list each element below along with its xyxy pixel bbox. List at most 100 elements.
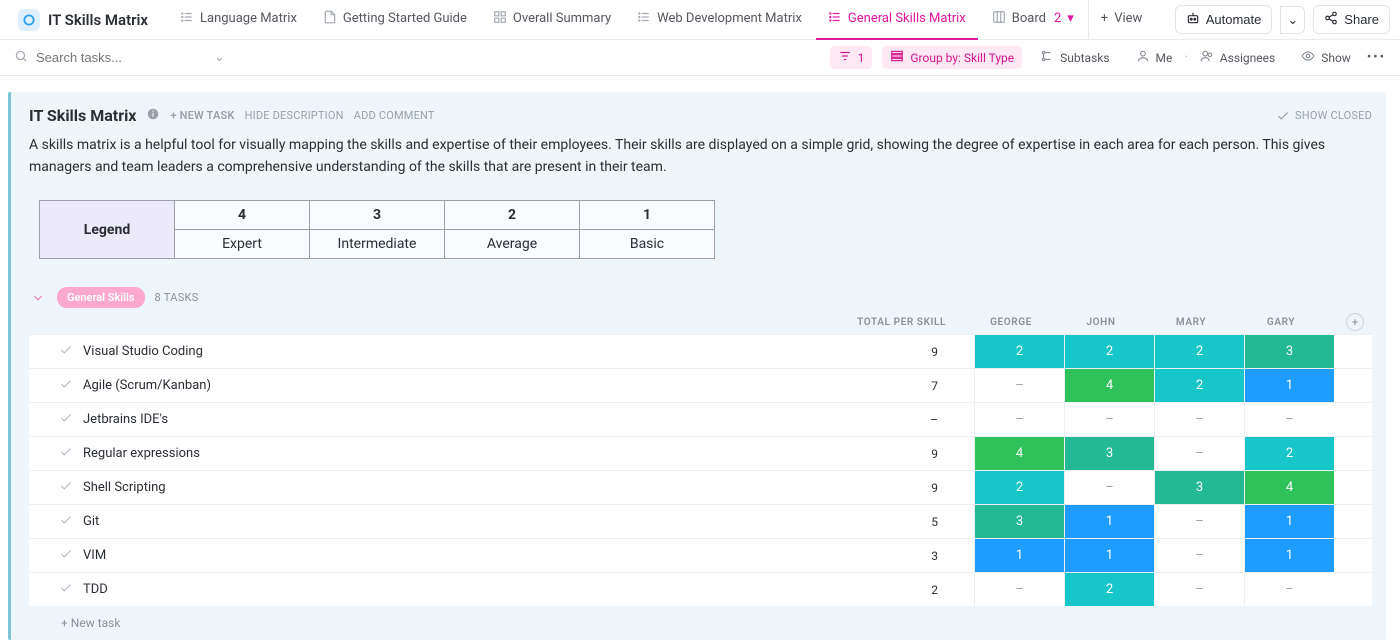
show-closed-button[interactable]: SHOW CLOSED: [1276, 109, 1372, 123]
score-cell[interactable]: 2: [974, 335, 1064, 368]
total-cell[interactable]: 5: [834, 505, 974, 538]
more-menu[interactable]: •••: [1367, 50, 1386, 65]
task-name[interactable]: TDD: [29, 573, 834, 606]
col-person[interactable]: JOHN: [1056, 317, 1146, 328]
total-cell[interactable]: –: [834, 403, 974, 436]
task-name[interactable]: Visual Studio Coding: [29, 335, 834, 368]
tab-board[interactable]: Board 2 ▾: [980, 0, 1086, 40]
col-person[interactable]: MARY: [1146, 317, 1236, 328]
score-cell[interactable]: 4: [974, 437, 1064, 470]
task-name[interactable]: Agile (Scrum/Kanban): [29, 369, 834, 402]
board-icon: [992, 10, 1006, 28]
task-name[interactable]: Regular expressions: [29, 437, 834, 470]
tab-label: Web Development Matrix: [657, 11, 802, 26]
filter-chip[interactable]: 1: [830, 46, 873, 69]
subtasks-chip[interactable]: Subtasks: [1032, 46, 1117, 69]
task-name[interactable]: Git: [29, 505, 834, 538]
info-icon[interactable]: [146, 107, 160, 125]
score-cell[interactable]: 2: [1064, 335, 1154, 368]
score-cell[interactable]: –: [1154, 539, 1244, 572]
add-column-button[interactable]: +: [1346, 313, 1364, 331]
score-cell[interactable]: 2: [1244, 437, 1334, 470]
task-name[interactable]: Shell Scripting: [29, 471, 834, 504]
score-cell[interactable]: 2: [1154, 369, 1244, 402]
add-comment-button[interactable]: ADD COMMENT: [354, 109, 435, 122]
score-cell[interactable]: –: [1244, 403, 1334, 436]
score-cell[interactable]: 1: [1244, 539, 1334, 572]
tab-getting-started[interactable]: Getting Started Guide: [311, 0, 479, 40]
total-cell[interactable]: 9: [834, 335, 974, 368]
score-cell[interactable]: –: [1154, 437, 1244, 470]
score-cell[interactable]: 3: [1244, 335, 1334, 368]
share-label: Share: [1344, 12, 1379, 27]
score-cell[interactable]: 1: [1064, 505, 1154, 538]
score-cell[interactable]: 2: [1064, 573, 1154, 606]
tab-language-matrix[interactable]: Language Matrix: [168, 0, 309, 40]
score-cell[interactable]: 2: [974, 471, 1064, 504]
table-row[interactable]: Agile (Scrum/Kanban)7–421: [29, 368, 1372, 402]
score-cell[interactable]: 1: [1244, 369, 1334, 402]
col-person[interactable]: GARY: [1236, 317, 1326, 328]
col-person[interactable]: GEORGE: [966, 317, 1056, 328]
total-cell[interactable]: 7: [834, 369, 974, 402]
show-chip[interactable]: Show: [1293, 46, 1359, 69]
automate-button[interactable]: Automate: [1175, 5, 1273, 34]
score-cell[interactable]: –: [1154, 573, 1244, 606]
table-row[interactable]: Regular expressions943–2: [29, 436, 1372, 470]
score-cell[interactable]: 2: [1154, 335, 1244, 368]
score-cell[interactable]: 3: [974, 505, 1064, 538]
table-row[interactable]: TDD2–2––: [29, 572, 1372, 606]
score-cell[interactable]: –: [1154, 505, 1244, 538]
search-dropdown[interactable]: ⌄: [214, 50, 225, 65]
filter-icon: [838, 49, 852, 66]
hide-description-button[interactable]: HIDE DESCRIPTION: [245, 109, 344, 122]
table-row[interactable]: Visual Studio Coding92223: [29, 334, 1372, 368]
workspace-chip[interactable]: IT Skills Matrix: [10, 5, 156, 35]
row-tail: [1334, 573, 1372, 606]
score-cell[interactable]: 1: [974, 539, 1064, 572]
score-cell[interactable]: 1: [1244, 505, 1334, 538]
group-by-chip[interactable]: Group by: Skill Type: [882, 46, 1022, 69]
table-row[interactable]: VIM311–1: [29, 538, 1372, 572]
card-header: IT Skills Matrix + NEW TASK HIDE DESCRIP…: [29, 106, 1372, 125]
score-cell[interactable]: 1: [1064, 539, 1154, 572]
score-cell[interactable]: –: [974, 573, 1064, 606]
show-closed-label: SHOW CLOSED: [1295, 109, 1372, 122]
add-view-button[interactable]: + View: [1088, 0, 1155, 40]
score-cell[interactable]: –: [974, 369, 1064, 402]
automate-dropdown[interactable]: ⌄: [1280, 6, 1305, 34]
total-cell[interactable]: 9: [834, 437, 974, 470]
assignees-chip[interactable]: Assignees: [1192, 46, 1283, 69]
score-cell[interactable]: 3: [1154, 471, 1244, 504]
table-row[interactable]: Jetbrains IDE's–––––: [29, 402, 1372, 436]
total-cell[interactable]: 3: [834, 539, 974, 572]
tab-label: Language Matrix: [200, 11, 297, 26]
total-cell[interactable]: 2: [834, 573, 974, 606]
score-cell[interactable]: –: [1244, 573, 1334, 606]
score-cell[interactable]: 4: [1064, 369, 1154, 402]
score-cell[interactable]: 3: [1064, 437, 1154, 470]
legend-label: Expert: [175, 230, 310, 259]
group-collapse-toggle[interactable]: [29, 289, 47, 307]
automate-icon: [1186, 11, 1200, 28]
new-task-row[interactable]: + New task: [29, 606, 1372, 640]
score-cell[interactable]: –: [974, 403, 1064, 436]
new-task-button[interactable]: + NEW TASK: [170, 109, 234, 122]
col-total[interactable]: TOTAL PER SKILL: [826, 317, 966, 328]
score-cell[interactable]: 4: [1244, 471, 1334, 504]
tab-general-skills[interactable]: General Skills Matrix: [816, 0, 978, 40]
table-row[interactable]: Git531–1: [29, 504, 1372, 538]
tab-overall-summary[interactable]: Overall Summary: [481, 0, 623, 40]
score-cell[interactable]: –: [1154, 403, 1244, 436]
share-button[interactable]: Share: [1313, 5, 1390, 34]
me-chip[interactable]: Me: [1128, 46, 1181, 69]
score-cell[interactable]: –: [1064, 471, 1154, 504]
task-name[interactable]: Jetbrains IDE's: [29, 403, 834, 436]
search-input[interactable]: [36, 50, 176, 65]
tab-web-dev-matrix[interactable]: Web Development Matrix: [625, 0, 814, 40]
group-name[interactable]: General Skills: [57, 287, 145, 308]
total-cell[interactable]: 9: [834, 471, 974, 504]
task-name[interactable]: VIM: [29, 539, 834, 572]
score-cell[interactable]: –: [1064, 403, 1154, 436]
table-row[interactable]: Shell Scripting92–34: [29, 470, 1372, 504]
